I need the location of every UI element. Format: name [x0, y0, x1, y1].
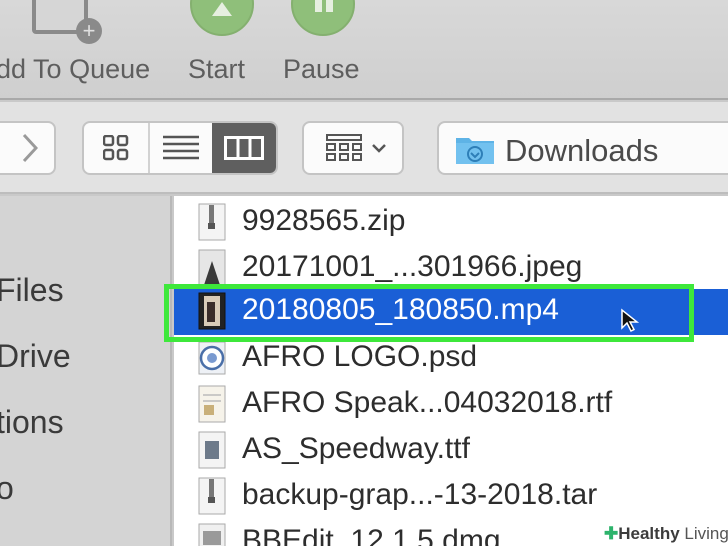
file-list: 9928565.zip 20171001_...301966.jpeg 2018… — [174, 196, 728, 546]
psd-file-icon — [198, 341, 226, 375]
add-to-queue-label: dd To Queue — [0, 54, 151, 84]
pause-icon — [291, 0, 355, 36]
plus-icon: ✚ — [604, 524, 619, 543]
watermark-brand-a: Healthy — [618, 524, 680, 543]
zip-file-icon — [198, 203, 226, 241]
list-item[interactable]: AS_Speedway.ttf — [174, 428, 728, 474]
group-icon — [326, 134, 362, 161]
mouse-cursor-icon — [621, 308, 640, 333]
grid-icon — [103, 135, 129, 161]
sidebar-item-applications[interactable]: tions — [0, 404, 64, 441]
list-icon — [163, 135, 199, 160]
image-file-icon — [198, 249, 226, 287]
watermark-brand-b: Living — [684, 524, 728, 543]
sidebar: Files Drive tions o — [0, 196, 172, 546]
file-name: AFRO Speak...04032018.rtf — [242, 386, 613, 419]
archive-file-icon — [198, 477, 226, 515]
start-button[interactable]: Start — [186, 0, 266, 98]
sidebar-item-drive[interactable]: Drive — [0, 338, 71, 375]
list-item[interactable]: AFRO LOGO.psd — [174, 336, 728, 382]
view-mode-control — [82, 121, 278, 175]
file-name: AS_Speedway.ttf — [242, 432, 470, 465]
file-name: backup-grap...-13-2018.tar — [242, 478, 598, 511]
pause-button[interactable]: Pause — [283, 0, 373, 98]
file-name: AFRO LOGO.psd — [242, 340, 478, 373]
font-file-icon — [198, 431, 226, 469]
start-label: Start — [188, 54, 246, 84]
sidebar-item-files[interactable]: Files — [0, 272, 64, 309]
add-to-queue-button[interactable]: + dd To Queue — [0, 0, 170, 98]
column-view-button[interactable] — [212, 123, 276, 173]
finder-toolbar: Downloads — [0, 102, 728, 194]
location-popup[interactable]: Downloads — [437, 121, 728, 175]
chevron-right-icon — [22, 133, 38, 163]
list-item[interactable]: 9928565.zip — [174, 200, 728, 246]
file-name: BBEdit_12.1.5.dmg — [242, 524, 501, 546]
sidebar-item-desktop[interactable]: o — [0, 470, 14, 507]
list-item[interactable]: AFRO Speak...04032018.rtf — [174, 382, 728, 428]
list-view-button[interactable] — [150, 123, 212, 173]
selection-highlight-box — [164, 284, 694, 342]
chevron-down-icon — [372, 144, 386, 153]
file-name: 9928565.zip — [242, 204, 406, 237]
columns-icon — [224, 136, 264, 160]
app-toolbar: + dd To Queue Start Pause — [0, 0, 728, 100]
file-name: 20171001_...301966.jpeg — [242, 250, 583, 283]
downloads-folder-icon — [456, 138, 494, 164]
document-file-icon — [198, 385, 226, 423]
forward-button[interactable] — [0, 121, 56, 175]
list-item[interactable]: backup-grap...-13-2018.tar — [174, 474, 728, 520]
watermark-logo: ✚Healthy Living — [598, 522, 728, 546]
group-by-button[interactable] — [302, 121, 404, 175]
add-image-icon: + — [32, 0, 102, 44]
pause-label: Pause — [283, 54, 360, 84]
play-icon — [190, 0, 254, 36]
location-label: Downloads — [505, 133, 659, 168]
disk-image-icon — [198, 523, 226, 546]
icon-view-button[interactable] — [84, 123, 148, 173]
